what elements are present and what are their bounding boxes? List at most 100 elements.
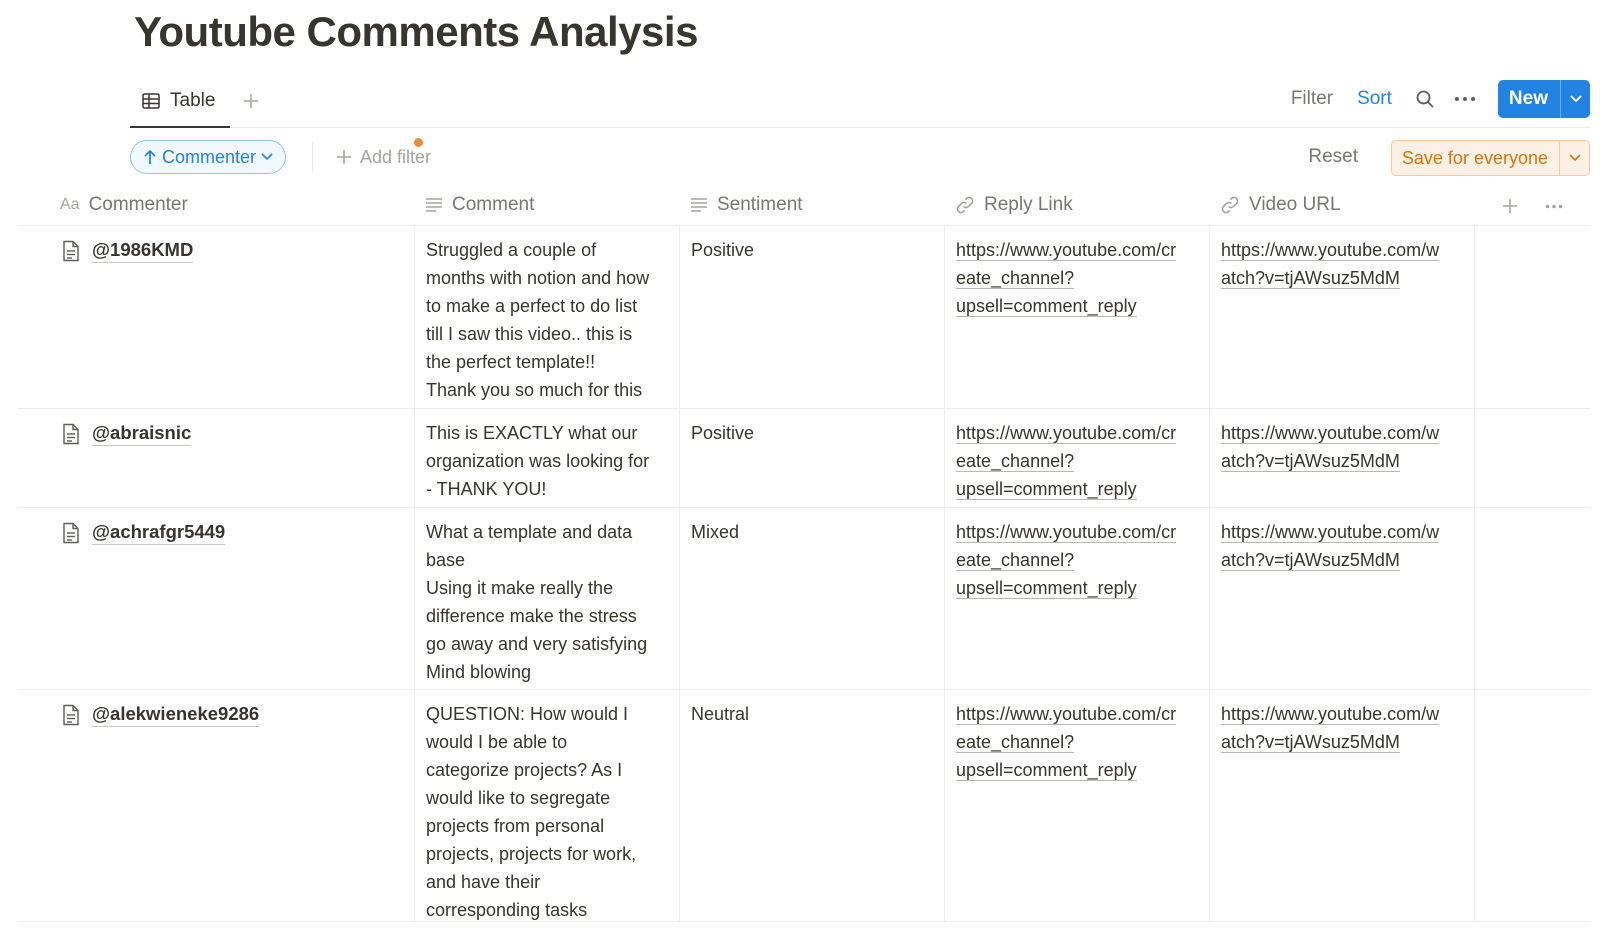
commenter-cell[interactable]: @abraisnic xyxy=(18,409,414,507)
commenter-name[interactable]: @1986KMD xyxy=(92,238,194,263)
divider xyxy=(312,142,313,172)
sort-button[interactable]: Sort xyxy=(1357,88,1392,110)
add-property-button[interactable] xyxy=(1496,192,1524,220)
page-icon xyxy=(63,704,79,726)
filter-button[interactable]: Filter xyxy=(1291,88,1333,110)
reply-link-cell[interactable]: https://www.youtube.com/cr eate_channel?… xyxy=(944,409,1209,507)
video-url-link[interactable]: https://www.youtube.com/w xyxy=(1221,700,1464,728)
plus-icon xyxy=(337,150,351,164)
save-for-everyone-group: Save for everyone xyxy=(1390,140,1590,176)
reply-link[interactable]: https://www.youtube.com/cr xyxy=(956,518,1199,546)
more-horizontal-icon xyxy=(1454,97,1475,101)
table-row[interactable]: @achrafgr5449 What a template and data b… xyxy=(18,508,1590,690)
commenter-name[interactable]: @abraisnic xyxy=(92,421,192,446)
reset-button[interactable]: Reset xyxy=(1308,138,1358,176)
reply-link[interactable]: upsell=comment_reply xyxy=(956,292,1199,320)
commenter-cell[interactable]: @achrafgr5449 xyxy=(18,508,414,689)
save-dropdown-button[interactable] xyxy=(1559,141,1589,175)
table-header: Aa Commenter Comment Sentiment Reply Lin… xyxy=(18,184,1590,226)
reply-link[interactable]: eate_channel? xyxy=(956,447,1199,475)
text-lines-icon xyxy=(426,198,442,212)
empty-cell xyxy=(1474,226,1590,408)
reply-link-cell[interactable]: https://www.youtube.com/cr eate_channel?… xyxy=(944,690,1209,921)
reply-link[interactable]: https://www.youtube.com/cr xyxy=(956,236,1199,264)
reply-link-cell[interactable]: https://www.youtube.com/cr eate_channel?… xyxy=(944,226,1209,408)
sentiment-cell[interactable]: Positive xyxy=(679,409,944,507)
plus-icon xyxy=(244,94,258,108)
tab-table-label: Table xyxy=(170,90,216,111)
add-filter-button[interactable]: Add filter xyxy=(336,138,431,176)
video-url-cell[interactable]: https://www.youtube.com/w atch?v=tjAWsuz… xyxy=(1209,690,1474,921)
chevron-down-icon xyxy=(261,153,273,161)
more-horizontal-icon xyxy=(1545,204,1563,208)
comment-cell[interactable]: This is EXACTLY what our organization wa… xyxy=(414,409,679,507)
video-url-link[interactable]: https://www.youtube.com/w xyxy=(1221,419,1464,447)
commenter-cell[interactable]: @1986KMD xyxy=(18,226,414,408)
new-dropdown-button[interactable] xyxy=(1560,80,1590,118)
new-button-group: New xyxy=(1497,80,1590,118)
tab-table-view[interactable]: Table xyxy=(130,76,230,128)
column-header-sentiment[interactable]: Sentiment xyxy=(690,184,803,226)
table-more-button[interactable] xyxy=(1540,192,1568,220)
link-icon xyxy=(1221,196,1239,214)
sort-chip-label: Commenter xyxy=(162,146,257,167)
table-row[interactable]: @abraisnic This is EXACTLY what our orga… xyxy=(18,409,1590,508)
video-url-cell[interactable]: https://www.youtube.com/w atch?v=tjAWsuz… xyxy=(1209,409,1474,507)
table-row[interactable]: @1986KMD Struggled a couple of months wi… xyxy=(18,226,1590,409)
video-url-link[interactable]: atch?v=tjAWsuz5MdM xyxy=(1221,264,1464,292)
commenter-name[interactable]: @achrafgr5449 xyxy=(92,520,226,545)
reply-link[interactable]: https://www.youtube.com/cr xyxy=(956,700,1199,728)
reply-link[interactable]: upsell=comment_reply xyxy=(956,574,1199,602)
column-label: Sentiment xyxy=(717,194,803,215)
video-url-link[interactable]: https://www.youtube.com/w xyxy=(1221,518,1464,546)
reply-link[interactable]: upsell=comment_reply xyxy=(956,475,1199,503)
video-url-link[interactable]: https://www.youtube.com/w xyxy=(1221,236,1464,264)
table-row[interactable]: @alekwieneke9286 QUESTION: How would I w… xyxy=(18,690,1590,922)
comments-table: Aa Commenter Comment Sentiment Reply Lin… xyxy=(18,184,1590,922)
text-lines-icon xyxy=(691,198,707,212)
commenter-name[interactable]: @alekwieneke9286 xyxy=(92,702,260,727)
sentiment-cell[interactable]: Neutral xyxy=(679,690,944,921)
reply-link[interactable]: upsell=comment_reply xyxy=(956,756,1199,784)
sort-chip-commenter[interactable]: Commenter xyxy=(130,140,287,174)
column-label: Video URL xyxy=(1249,194,1341,215)
video-url-cell[interactable]: https://www.youtube.com/w atch?v=tjAWsuz… xyxy=(1209,508,1474,689)
reply-link[interactable]: https://www.youtube.com/cr xyxy=(956,419,1199,447)
column-label: Commenter xyxy=(88,194,188,215)
column-header-comment[interactable]: Comment xyxy=(425,184,534,226)
comment-cell[interactable]: QUESTION: How would I would I be able to… xyxy=(414,690,679,921)
filter-sort-bar: Commenter Add filter Reset Save for ever… xyxy=(130,138,1590,176)
comment-cell[interactable]: Struggled a couple of months with notion… xyxy=(414,226,679,408)
view-tabs-bar: Table Filter Sort New xyxy=(130,76,1590,128)
comment-cell[interactable]: What a template and data base Using it m… xyxy=(414,508,679,689)
page-icon xyxy=(63,240,79,262)
column-label: Reply Link xyxy=(984,194,1073,215)
reply-link-cell[interactable]: https://www.youtube.com/cr eate_channel?… xyxy=(944,508,1209,689)
reply-link[interactable]: eate_channel? xyxy=(956,546,1199,574)
video-url-cell[interactable]: https://www.youtube.com/w atch?v=tjAWsuz… xyxy=(1209,226,1474,408)
video-url-link[interactable]: atch?v=tjAWsuz5MdM xyxy=(1221,447,1464,475)
empty-cell xyxy=(1474,508,1590,689)
search-icon xyxy=(1416,90,1434,108)
column-header-commenter[interactable]: Aa Commenter xyxy=(60,184,188,226)
sentiment-cell[interactable]: Positive xyxy=(679,226,944,408)
page-title: Youtube Comments Analysis xyxy=(134,8,698,55)
video-url-link[interactable]: atch?v=tjAWsuz5MdM xyxy=(1221,546,1464,574)
new-button[interactable]: New xyxy=(1498,80,1560,118)
column-header-video-url[interactable]: Video URL xyxy=(1220,184,1341,226)
commenter-cell[interactable]: @alekwieneke9286 xyxy=(18,690,414,921)
video-url-link[interactable]: atch?v=tjAWsuz5MdM xyxy=(1221,728,1464,756)
reply-link[interactable]: eate_channel? xyxy=(956,728,1199,756)
reply-link[interactable]: eate_channel? xyxy=(956,264,1199,292)
search-button[interactable] xyxy=(1412,86,1438,112)
title-aa-icon: Aa xyxy=(60,196,80,213)
chevron-down-icon xyxy=(1569,95,1582,103)
add-filter-label: Add filter xyxy=(360,146,432,167)
sentiment-cell[interactable]: Mixed xyxy=(679,508,944,689)
add-view-button[interactable] xyxy=(236,86,266,116)
page-icon xyxy=(63,522,79,544)
chevron-down-icon xyxy=(1568,154,1581,162)
more-options-button[interactable] xyxy=(1452,86,1478,112)
column-header-reply-link[interactable]: Reply Link xyxy=(955,184,1073,226)
save-for-everyone-button[interactable]: Save for everyone xyxy=(1392,141,1559,175)
